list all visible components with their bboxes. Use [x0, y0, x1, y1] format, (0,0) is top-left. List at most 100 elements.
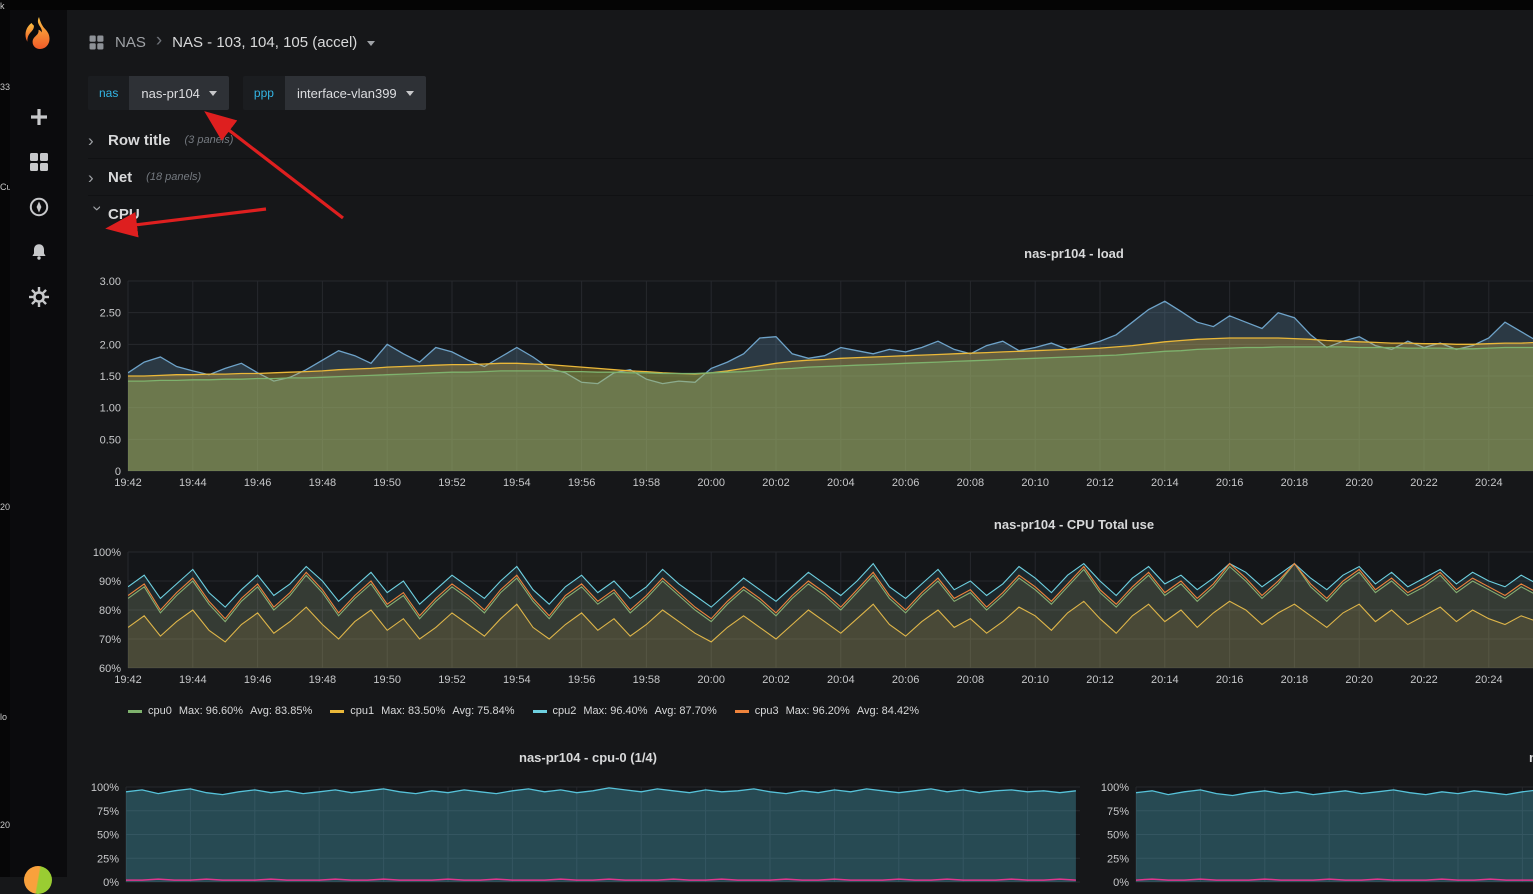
svg-text:19:54: 19:54 — [503, 477, 531, 489]
panel-title-cpu0[interactable]: nas-pr104 - cpu-0 (1/4) — [88, 745, 1088, 771]
svg-text:20:16: 20:16 — [1216, 674, 1244, 686]
svg-text:19:42: 19:42 — [114, 674, 142, 686]
page-title[interactable]: NAS - 103, 104, 105 (accel) — [172, 34, 357, 51]
svg-text:0%: 0% — [1113, 877, 1129, 889]
help-orb-icon[interactable] — [24, 866, 52, 894]
svg-text:20:00: 20:00 — [697, 477, 725, 489]
svg-text:0.50: 0.50 — [100, 434, 121, 446]
variable-label-nas: nas — [88, 76, 130, 110]
svg-text:20:02: 20:02 — [762, 674, 790, 686]
svg-text:100%: 100% — [91, 782, 119, 794]
legend-max-value: Max: 96.60% — [178, 705, 244, 717]
svg-text:20:24: 20:24 — [1475, 477, 1503, 489]
load-chart[interactable]: 00.501.001.502.002.503.0019:42 19:44 19:46… — [88, 267, 1533, 493]
svg-text:20:14: 20:14 — [1151, 477, 1179, 489]
svg-text:19:58: 19:58 — [633, 477, 661, 489]
chevron-down-icon — [367, 41, 376, 46]
svg-text:19:46: 19:46 — [244, 674, 272, 686]
legend-avg-value: Avg: 87.70% — [654, 705, 717, 717]
explore-compass-icon[interactable] — [28, 196, 50, 218]
cpu1-chart[interactable]: 0% 25% 50% 75% 100% — [1098, 771, 1533, 894]
artifact-fragment: k — [0, 1, 5, 11]
row-title-text: Net — [108, 168, 133, 186]
legend-avg-value: Avg: 75.84% — [452, 705, 515, 717]
grafana-logo-icon[interactable] — [19, 14, 59, 54]
variable-dropdown-ppp[interactable]: interface-vlan399 — [284, 76, 426, 110]
svg-text:90%: 90% — [99, 576, 121, 588]
svg-text:20:14: 20:14 — [1151, 674, 1179, 686]
legend-series-name: cpu0 — [148, 705, 172, 717]
panel-cpu1: nas-pr104 - cpu-1 (2/4) 0% 25% 50% 75% 100% — [1098, 745, 1533, 894]
svg-text:80%: 80% — [99, 605, 121, 617]
svg-text:20:04: 20:04 — [827, 477, 855, 489]
panel-title-cpu1[interactable]: nas-pr104 - cpu-1 (2/4) — [1098, 745, 1533, 771]
svg-text:0%: 0% — [103, 877, 119, 889]
svg-text:19:48: 19:48 — [309, 477, 337, 489]
svg-text:19:52: 19:52 — [438, 674, 466, 686]
row-header-cpu[interactable]: › CPU — [88, 196, 1533, 233]
variable-dropdown-nas[interactable]: nas-pr104 — [129, 76, 229, 110]
legend-max-value: Max: 83.50% — [381, 705, 446, 717]
svg-text:75%: 75% — [97, 806, 119, 818]
chevron-right-icon: › — [88, 130, 94, 150]
panel-cpu-total: nas-pr104 - CPU Total use 60% 70% 80% 90% 10… — [88, 512, 1533, 719]
svg-text:3.00: 3.00 — [100, 276, 121, 288]
dashboard-grid-icon[interactable] — [88, 34, 105, 51]
svg-text:100%: 100% — [93, 547, 121, 559]
svg-text:20:06: 20:06 — [892, 477, 920, 489]
variable-label-ppp: ppp — [242, 76, 285, 110]
cpu-total-chart[interactable]: 60%70%80%90%100%19:42 19:44 19:46 19:48 19:5… — [88, 538, 1533, 690]
background-window-artifacts: k 33 Cu 20 lo 20 — [0, 0, 10, 877]
svg-text:19:50: 19:50 — [373, 674, 401, 686]
svg-text:20:02: 20:02 — [762, 477, 790, 489]
chevron-right-icon: › — [88, 167, 94, 187]
svg-text:20:22: 20:22 — [1410, 674, 1438, 686]
svg-text:2.50: 2.50 — [100, 308, 121, 320]
legend-avg-value: Avg: 84.42% — [856, 705, 919, 717]
dashboard-content: NAS › NAS - 103, 104, 105 (accel) nas na… — [67, 24, 1533, 894]
legend-item-cpu1[interactable]: cpu1 Max: 83.50% Avg: 75.84% — [330, 705, 515, 717]
chevron-down-icon — [208, 91, 217, 96]
svg-text:20:04: 20:04 — [827, 674, 855, 686]
svg-text:20:08: 20:08 — [957, 674, 985, 686]
panel-load: nas-pr104 - load 0 0.50 1.00 1.50 2.00 2.50 3.… — [88, 241, 1533, 498]
cpu0-chart[interactable]: 0% 25% 50% 75% 100% — [88, 771, 1088, 894]
breadcrumb-root[interactable]: NAS — [115, 34, 146, 51]
legend-series-name: cpu3 — [754, 705, 779, 717]
svg-text:75%: 75% — [1107, 806, 1129, 818]
row-header-net[interactable]: › Net (18 panels) — [88, 159, 1533, 196]
plus-icon[interactable] — [28, 106, 50, 128]
svg-text:1.00: 1.00 — [100, 403, 121, 415]
cpu-total-legend: cpu0 Max: 96.60% Avg: 83.85% cpu1 Max: 83.50… — [128, 703, 1533, 719]
variable-chip-ppp: ppp interface-vlan399 — [242, 76, 426, 110]
artifact-fragment: lo — [0, 712, 8, 722]
svg-text:20:00: 20:00 — [697, 674, 725, 686]
svg-text:50%: 50% — [97, 830, 119, 842]
dashboards-grid-icon[interactable] — [28, 151, 50, 173]
panel-title-cpu-total[interactable]: nas-pr104 - CPU Total use — [88, 512, 1533, 538]
row-panel-count: (18 panels) — [146, 171, 202, 183]
svg-text:100%: 100% — [1101, 782, 1129, 794]
legend-item-cpu2[interactable]: cpu2 Max: 96.40% Avg: 87.70% — [532, 705, 717, 717]
settings-gear-icon[interactable] — [28, 286, 50, 308]
svg-text:19:50: 19:50 — [373, 477, 401, 489]
row-header-row-title[interactable]: › Row title (3 panels) — [88, 122, 1533, 159]
legend-item-cpu3[interactable]: cpu3 Max: 96.20% Avg: 84.42% — [734, 705, 919, 717]
svg-text:20:24: 20:24 — [1475, 674, 1503, 686]
panel-title-load[interactable]: nas-pr104 - load — [88, 241, 1533, 267]
row-panel-count: (3 panels) — [184, 134, 234, 146]
legend-color-dash — [330, 709, 345, 713]
svg-text:1.50: 1.50 — [100, 371, 121, 383]
svg-text:20:22: 20:22 — [1410, 477, 1438, 489]
legend-item-cpu0[interactable]: cpu0 Max: 96.60% Avg: 83.85% — [128, 705, 312, 717]
variable-chip-nas: nas nas-pr104 — [88, 76, 229, 110]
artifact-fragment: Cu — [0, 182, 10, 192]
svg-text:20:08: 20:08 — [957, 477, 985, 489]
legend-max-value: Max: 96.20% — [785, 705, 850, 717]
alerting-bell-icon[interactable] — [28, 241, 50, 263]
artifact-fragment: 20 — [0, 502, 10, 512]
breadcrumb-separator: › — [155, 30, 163, 51]
svg-text:20:16: 20:16 — [1216, 477, 1244, 489]
chevron-down-icon — [405, 91, 414, 96]
svg-text:19:44: 19:44 — [179, 674, 207, 686]
